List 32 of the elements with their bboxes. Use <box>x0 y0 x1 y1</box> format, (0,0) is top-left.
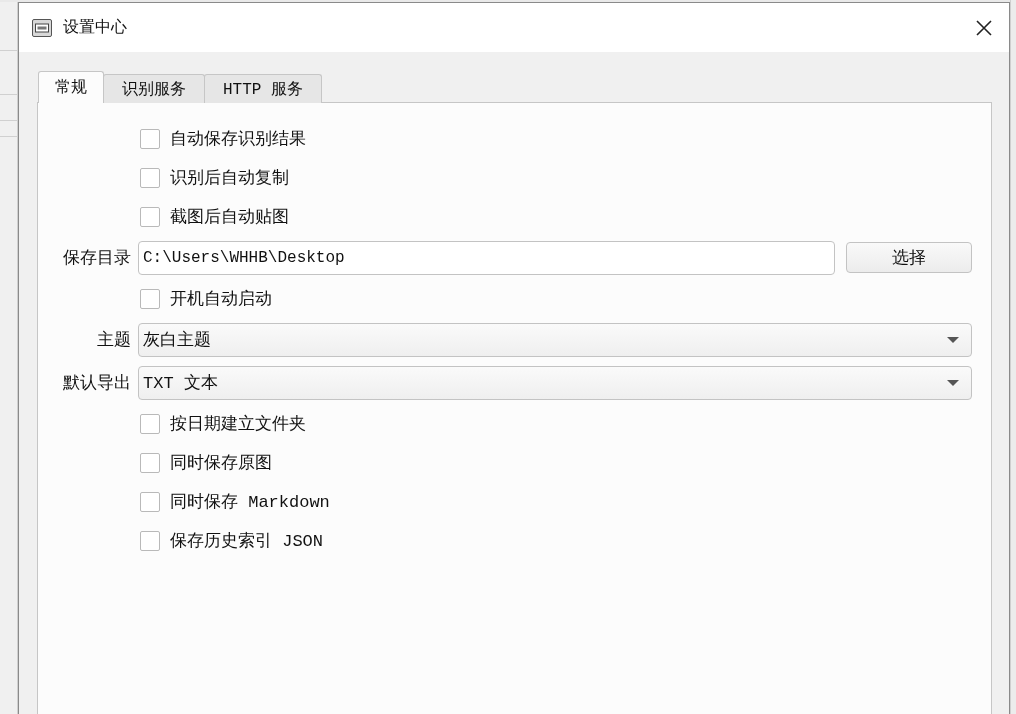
caret-icon <box>947 379 959 386</box>
tab[interactable]: HTTP 服务 <box>204 74 322 103</box>
app-icon <box>32 18 52 37</box>
close-button[interactable] <box>974 17 994 38</box>
checkbox[interactable] <box>140 128 160 149</box>
checkbox-label: 按日期建立文件夹 <box>170 413 306 435</box>
checkbox[interactable] <box>140 530 160 551</box>
close-icon <box>976 19 992 36</box>
checkbox[interactable] <box>140 452 160 473</box>
checkbox-label: 同时保存 Markdown <box>170 492 330 513</box>
field-label: 主题 <box>96 329 131 351</box>
checkbox[interactable] <box>140 413 160 434</box>
checkbox-label: 同时保存原图 <box>170 453 272 474</box>
field-label: 保存目录 <box>62 247 131 269</box>
checkbox-label: 开机自动启动 <box>170 288 272 310</box>
checkbox[interactable] <box>140 206 160 227</box>
checkbox-label: 识别后自动复制 <box>170 168 289 189</box>
input-field[interactable]: C:\Users\WHHB\Desktop <box>138 240 835 275</box>
checkbox-label: 自动保存识别结果 <box>170 129 306 150</box>
checkbox[interactable] <box>140 288 160 309</box>
choose-button[interactable]: 选择 <box>846 242 972 273</box>
checkbox-label: 截图后自动贴图 <box>170 207 289 228</box>
dropdown[interactable]: TXT 文本 <box>138 365 972 400</box>
checkbox-label: 保存历史索引 JSON <box>170 531 323 552</box>
dropdown[interactable]: 灰白主题 <box>138 322 972 357</box>
tab[interactable]: 识别服务 <box>103 74 205 103</box>
checkbox[interactable] <box>140 167 160 188</box>
window-title: 设置中心 <box>63 17 127 37</box>
tab[interactable]: 常规 <box>38 71 104 103</box>
caret-icon <box>947 336 959 343</box>
field-label: 默认导出 <box>62 372 131 394</box>
checkbox[interactable] <box>140 491 160 512</box>
